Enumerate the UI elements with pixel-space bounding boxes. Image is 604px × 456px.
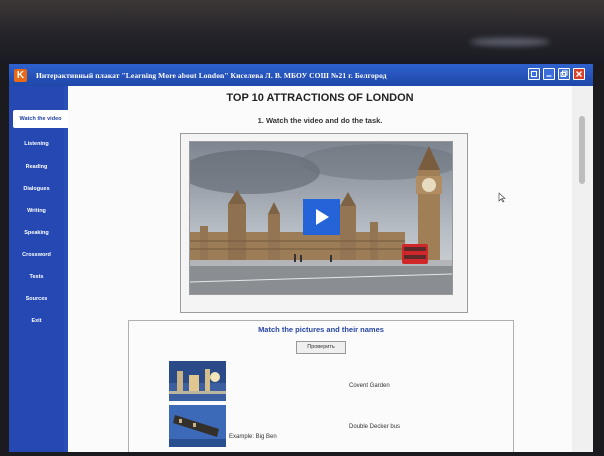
content-area: TOP 10 ATTRACTIONS OF LONDON 1. Watch th… bbox=[68, 86, 572, 452]
monitor-bezel bbox=[0, 0, 604, 64]
minimize-button[interactable] bbox=[543, 68, 555, 80]
application-window: K Интерактивный плакат "Learning More ab… bbox=[9, 64, 593, 452]
mouse-cursor-icon bbox=[498, 190, 506, 208]
sidebar-nav: Watch the video Listening Reading Dialog… bbox=[9, 86, 68, 452]
scrollbar-thumb[interactable] bbox=[579, 116, 585, 184]
video-thumbnail[interactable] bbox=[189, 141, 453, 295]
video-player bbox=[180, 133, 468, 313]
vertical-scrollbar[interactable] bbox=[572, 86, 593, 452]
restore-icon bbox=[560, 70, 568, 77]
app-logo-icon: K bbox=[14, 68, 27, 82]
match-picture-1[interactable] bbox=[169, 361, 226, 401]
sidebar-item-dialogues[interactable]: Dialogues bbox=[9, 186, 64, 192]
play-button[interactable] bbox=[303, 199, 340, 235]
title-bar: K Интерактивный плакат "Learning More ab… bbox=[9, 64, 593, 86]
play-icon bbox=[315, 209, 329, 225]
name-option-covent-garden[interactable]: Covent Garden bbox=[349, 383, 390, 389]
restore-button[interactable] bbox=[558, 68, 570, 80]
window-title: Интерактивный плакат "Learning More abou… bbox=[36, 70, 387, 80]
close-icon bbox=[576, 71, 582, 77]
sidebar-item-tests[interactable]: Tests bbox=[9, 274, 64, 280]
minimize-icon bbox=[546, 75, 552, 77]
sidebar-item-exit[interactable]: Exit bbox=[9, 318, 64, 324]
help-button[interactable] bbox=[528, 68, 540, 80]
task-instruction: 1. Watch the video and do the task. bbox=[257, 116, 383, 125]
light-reflection bbox=[470, 38, 550, 46]
close-button[interactable] bbox=[573, 68, 585, 80]
match-title: Match the pictures and their names bbox=[258, 325, 384, 334]
example-caption: Example: Big Ben bbox=[229, 434, 277, 440]
window-controls bbox=[528, 68, 585, 80]
help-icon bbox=[531, 71, 537, 77]
sidebar-item-sources[interactable]: Sources bbox=[9, 296, 64, 302]
sidebar-item-listening[interactable]: Listening bbox=[9, 141, 64, 147]
match-exercise-panel: Match the pictures and their names Прове… bbox=[128, 320, 514, 452]
sidebar-item-reading[interactable]: Reading bbox=[9, 164, 64, 170]
sidebar-item-speaking[interactable]: Speaking bbox=[9, 230, 64, 236]
sidebar-item-watch-the-video[interactable]: Watch the video bbox=[13, 110, 68, 128]
name-option-double-decker-bus[interactable]: Double Decker bus bbox=[349, 424, 400, 430]
sidebar-item-writing[interactable]: Writing bbox=[9, 208, 64, 214]
sidebar-item-crossword[interactable]: Crossword bbox=[9, 252, 64, 258]
page-title: TOP 10 ATTRACTIONS OF LONDON bbox=[226, 92, 414, 104]
match-picture-2[interactable] bbox=[169, 405, 226, 447]
check-button[interactable]: Проверить bbox=[296, 341, 346, 354]
